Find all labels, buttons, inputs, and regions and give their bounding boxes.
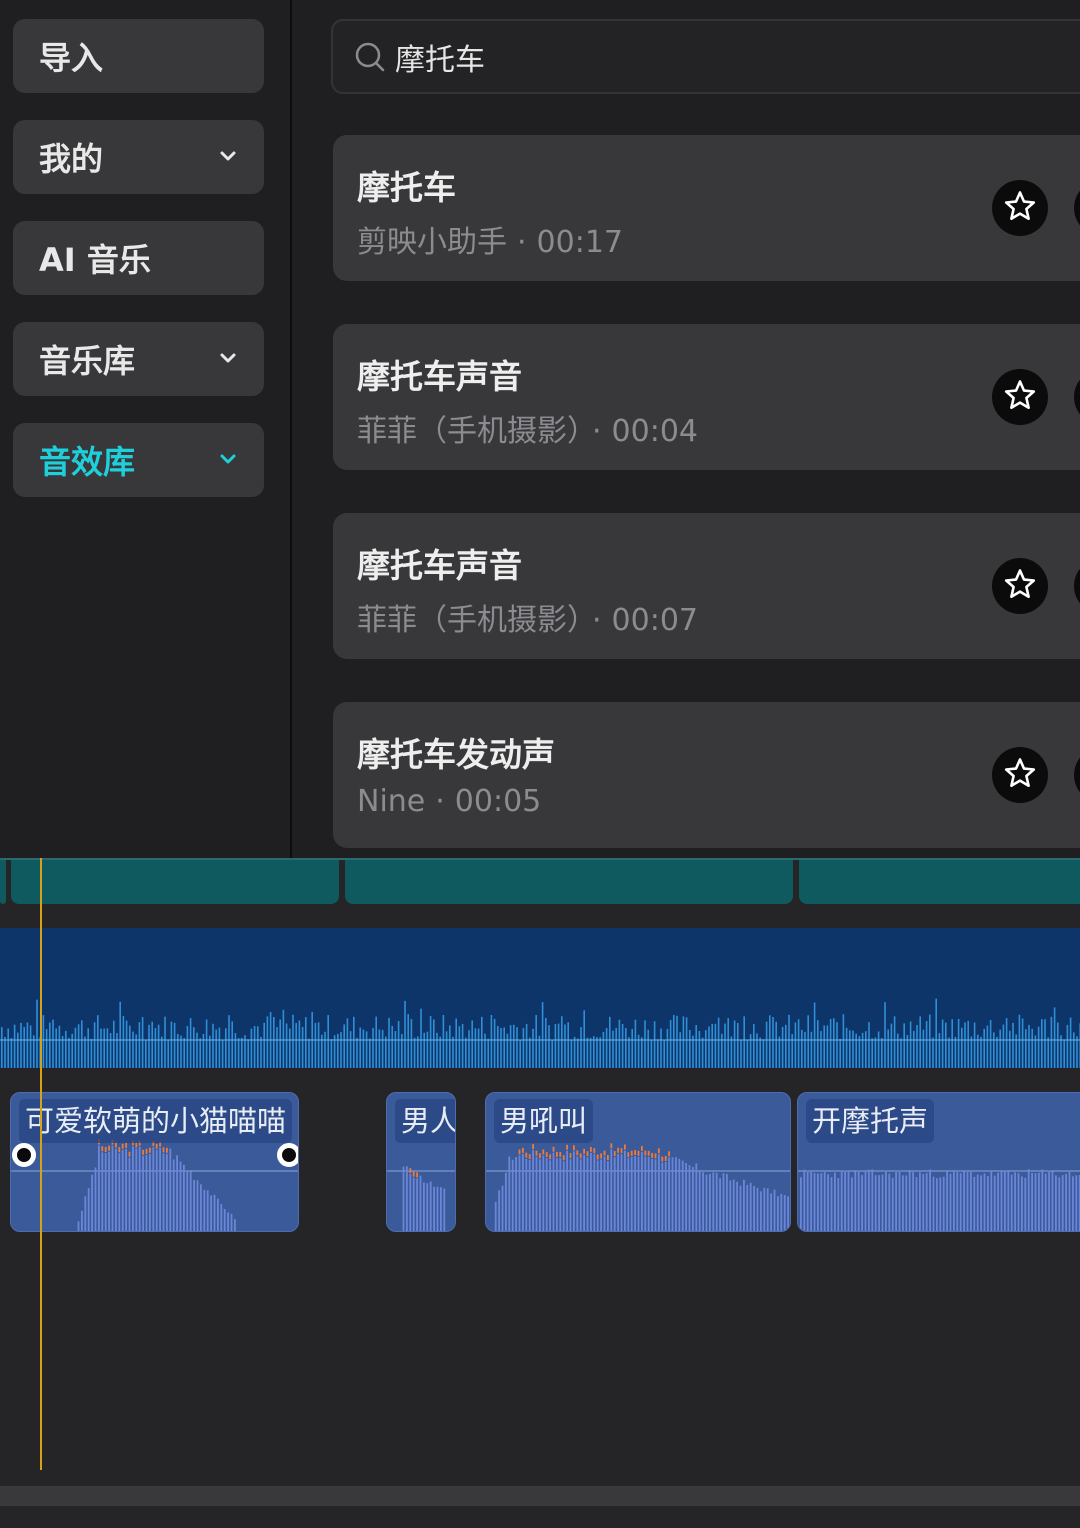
result-author: 菲菲（手机摄影） [357,414,582,449]
app-window: 导入 我的 AI 音乐 音乐库 音效库 摩托车 摩托车 剪映小助手 · 00:1… [0,0,1080,1528]
result-title: 摩托车 [357,168,456,207]
result-duration: 00:05 [454,784,542,819]
favorite-button[interactable] [992,558,1048,614]
sfx-clip[interactable]: 开摩托声 [797,1092,1080,1232]
result-title: 摩托车声音 [357,357,522,396]
video-clip[interactable] [0,860,6,904]
sidebar: 导入 我的 AI 音乐 音乐库 音效库 [0,0,290,858]
clip-label: 男人 [395,1099,455,1143]
result-author: 剪映小助手 [357,225,507,260]
sidebar-item-label: 导入 [39,39,104,77]
sidebar-item-mine[interactable]: 我的 [13,120,264,194]
timeline: 可爱软萌的小猫喵喵 男人 男吼叫 开摩托声 [0,858,1080,1528]
search-box[interactable] [331,19,1080,94]
favorite-button[interactable] [992,369,1048,425]
result-title: 摩托车声音 [357,546,522,585]
result-meta: 菲菲（手机摄影） · 00:04 [357,406,698,450]
sidebar-item-music-library[interactable]: 音乐库 [13,322,264,396]
result-meta: 菲菲（手机摄影） · 00:07 [357,595,698,639]
star-icon [1003,567,1037,605]
favorite-button[interactable] [992,747,1048,803]
star-icon [1003,756,1037,794]
sidebar-item-label: 音效库 [39,443,136,481]
result-card[interactable]: 摩托车声音 菲菲（手机摄影） · 00:07 [333,513,1080,659]
result-duration: 00:04 [611,414,699,449]
result-card[interactable]: 摩托车 剪映小助手 · 00:17 [333,135,1080,281]
video-clip[interactable] [345,860,793,904]
search-input[interactable] [395,39,995,74]
result-duration: 00:07 [611,603,699,638]
meta-separator: · [592,603,602,638]
sidebar-item-import[interactable]: 导入 [13,19,264,93]
meta-separator: · [517,225,527,260]
sidebar-item-label: 音乐库 [39,342,136,380]
result-author: 菲菲（手机摄影） [357,603,582,638]
audio-track-main[interactable] [0,928,1080,1068]
star-icon [1003,378,1037,416]
chevron-down-icon [218,449,238,469]
trim-handle-right[interactable] [277,1143,298,1167]
playhead[interactable] [40,858,42,1470]
add-button[interactable] [1074,747,1080,803]
timeline-scrollbar[interactable] [0,1486,1080,1506]
sidebar-divider [290,0,292,858]
trim-handle-left[interactable] [12,1143,36,1167]
chevron-down-icon [218,348,238,368]
clip-label: 可爱软萌的小猫喵喵 [19,1099,293,1143]
result-duration: 00:17 [536,225,624,260]
sfx-clip[interactable]: 男吼叫 [485,1092,791,1232]
chevron-down-icon [218,146,238,166]
sidebar-item-label: 我的 [39,140,104,178]
sidebar-item-label: AI 音乐 [39,241,151,279]
meta-separator: · [435,784,445,819]
result-card[interactable]: 摩托车发动声 Nine · 00:05 [333,702,1080,848]
add-button[interactable] [1074,558,1080,614]
clip-label: 男吼叫 [494,1099,594,1143]
search-icon [353,40,387,74]
sidebar-item-ai-music[interactable]: AI 音乐 [13,221,264,295]
result-title: 摩托车发动声 [357,735,555,774]
result-card[interactable]: 摩托车声音 菲菲（手机摄影） · 00:04 [333,324,1080,470]
star-icon [1003,189,1037,227]
video-clip[interactable] [11,860,339,904]
meta-separator: · [592,414,602,449]
result-meta: 剪映小助手 · 00:17 [357,217,623,261]
video-clip[interactable] [799,860,1080,904]
add-button[interactable] [1074,369,1080,425]
sidebar-item-sound-effects[interactable]: 音效库 [13,423,264,497]
audio-waveform [0,998,1080,1068]
clip-label: 开摩托声 [806,1099,935,1143]
add-button[interactable] [1074,180,1080,236]
result-meta: Nine · 00:05 [357,784,541,819]
audio-panel: 导入 我的 AI 音乐 音乐库 音效库 摩托车 摩托车 剪映小助手 · 00:1… [0,0,1080,858]
favorite-button[interactable] [992,180,1048,236]
result-author: Nine [357,784,426,819]
sfx-clip[interactable]: 可爱软萌的小猫喵喵 [10,1092,299,1232]
sfx-clip[interactable]: 男人 [386,1092,456,1232]
